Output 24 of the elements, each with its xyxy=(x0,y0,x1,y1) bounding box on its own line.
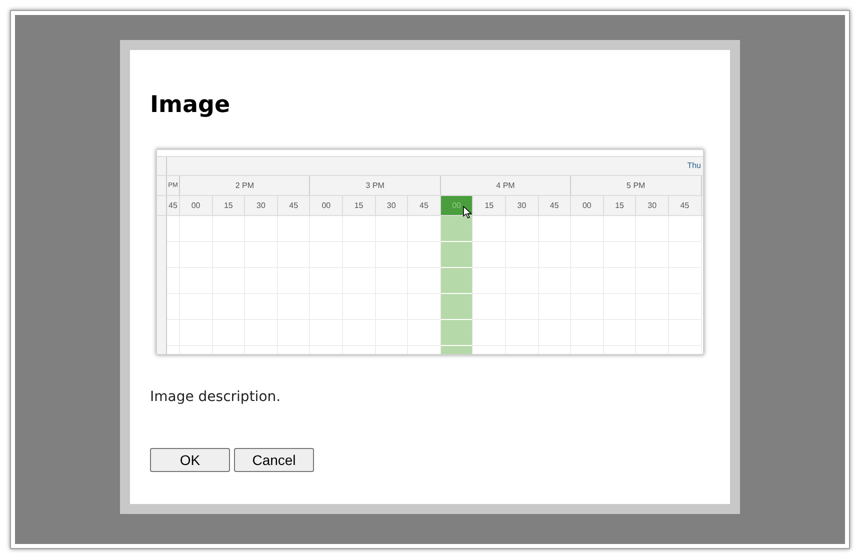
day-header: Thu xyxy=(687,160,701,172)
slot-header[interactable]: 45 xyxy=(538,196,572,215)
hour-header: 3 PM xyxy=(366,180,384,192)
dialog-button[interactable]: OK xyxy=(150,448,230,472)
slot-header[interactable]: 45 xyxy=(668,196,702,215)
slot-header[interactable]: 00 xyxy=(180,196,213,215)
image-description: Image description. xyxy=(150,388,282,407)
slot-header[interactable]: 30 xyxy=(376,196,408,215)
slot-header[interactable]: 45 xyxy=(278,196,310,215)
dialog-title: Image xyxy=(150,94,232,117)
slot-header[interactable]: 15 xyxy=(473,196,506,215)
slot-header[interactable]: 15 xyxy=(604,196,636,215)
slot-header[interactable]: 00 xyxy=(571,196,604,215)
hour-header: 5 PM xyxy=(626,180,646,192)
dialog-button[interactable]: Cancel xyxy=(234,448,314,472)
slot-header[interactable]: 30 xyxy=(636,196,669,215)
slot-header[interactable]: 15 xyxy=(212,196,246,215)
hour-header: 4 PM xyxy=(496,180,515,192)
slot-header[interactable]: 30 xyxy=(506,196,539,215)
slot-header[interactable]: 00 xyxy=(310,196,343,215)
slot-header[interactable]: 45 xyxy=(167,196,180,215)
hour-header: 2 PM xyxy=(235,180,254,192)
slot-header[interactable]: 30 xyxy=(245,196,278,215)
slot-header[interactable]: 15 xyxy=(342,196,376,215)
